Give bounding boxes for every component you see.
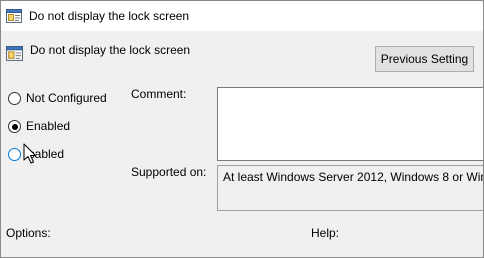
group-policy-setting-icon: [6, 45, 23, 62]
policy-setting-dialog: Do not display the lock screen Do not di…: [0, 0, 484, 258]
not-configured-label[interactable]: Not Configured: [26, 91, 107, 105]
title-bar[interactable]: Do not display the lock screen: [1, 1, 483, 31]
comment-textarea[interactable]: [217, 87, 483, 161]
group-policy-setting-icon: [6, 8, 22, 24]
window-title: Do not display the lock screen: [29, 9, 190, 23]
mouse-pointer-icon: [23, 143, 39, 165]
policy-title: Do not display the lock screen: [30, 43, 191, 57]
not-configured-radio[interactable]: [8, 92, 21, 105]
options-label: Options:: [6, 226, 51, 240]
comment-label: Comment:: [131, 87, 187, 101]
disabled-radio[interactable]: [8, 148, 21, 161]
supported-on-text: At least Windows Server 2012, Windows 8 …: [217, 165, 483, 211]
enabled-label[interactable]: Enabled: [26, 119, 70, 133]
help-label: Help:: [311, 226, 340, 240]
supported-on-label: Supported on:: [131, 165, 207, 179]
previous-setting-button[interactable]: Previous Setting: [375, 46, 474, 72]
enabled-radio[interactable]: [8, 120, 21, 133]
